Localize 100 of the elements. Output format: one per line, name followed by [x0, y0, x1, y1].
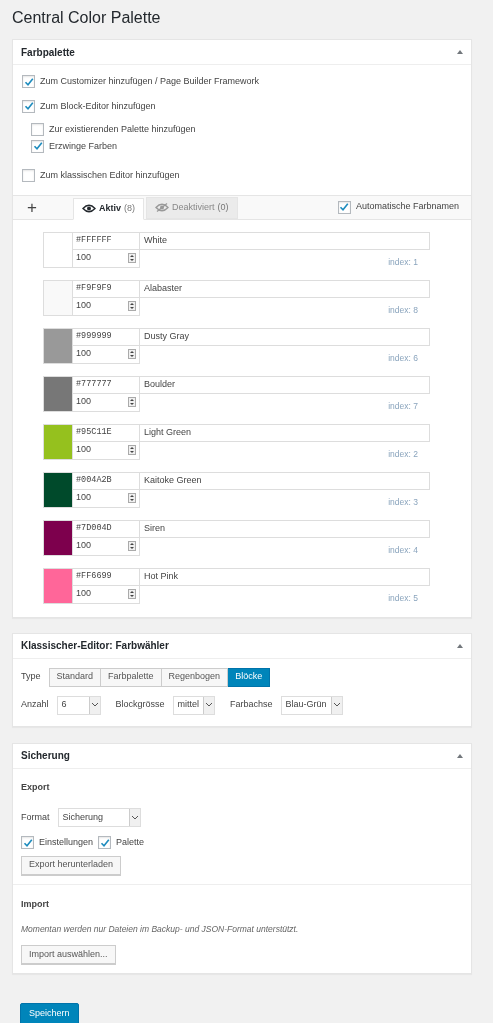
- checkbox[interactable]: [22, 75, 35, 89]
- opacity-field[interactable]: 100: [73, 585, 140, 604]
- panel-title: Klassischer-Editor: Farbwähler: [21, 639, 169, 653]
- opacity-field[interactable]: 100: [73, 489, 140, 508]
- color-swatch[interactable]: [43, 279, 73, 316]
- import-note: Momentan werden nur Dateien im Backup- und JSON-Format unterstützt.: [21, 923, 300, 936]
- checkmark-icon: [22, 837, 33, 848]
- opacity-field[interactable]: 100: [73, 393, 140, 412]
- checkmark-icon: [339, 202, 350, 212]
- name-field[interactable]: Kaitoke Green: [140, 471, 430, 490]
- spinner-icon[interactable]: [128, 589, 136, 599]
- checkbox[interactable]: [31, 139, 44, 153]
- index-label: index: 1: [387, 255, 419, 268]
- checkbox[interactable]: [22, 169, 35, 183]
- checkbox[interactable]: [31, 123, 44, 137]
- index-label: index: 3: [387, 495, 419, 508]
- collapse-arrow-icon[interactable]: [457, 50, 463, 54]
- panel-title: Sicherung: [21, 749, 70, 763]
- name-field[interactable]: Alabaster: [140, 279, 430, 298]
- color-swatch[interactable]: [43, 519, 73, 556]
- save-button[interactable]: Speichern: [20, 1002, 79, 1023]
- tab[interactable]: Aktiv (8): [73, 197, 144, 220]
- opacity-field[interactable]: 100: [73, 345, 140, 364]
- opacity-field[interactable]: 100: [73, 441, 140, 460]
- checkmark-icon: [23, 101, 34, 112]
- page-title: Central Color Palette: [12, 8, 162, 28]
- color-swatch[interactable]: [43, 231, 73, 268]
- checkbox-label: Zum Block-Editor hinzufügen: [40, 99, 156, 113]
- hex-field[interactable]: #F9F9F9: [73, 279, 140, 298]
- hex-field[interactable]: #777777: [73, 375, 140, 394]
- name-field[interactable]: Siren: [140, 519, 430, 538]
- spinner-icon[interactable]: [128, 541, 136, 551]
- index-label: index: 8: [387, 303, 419, 316]
- hex-field[interactable]: #FFFFFF: [73, 231, 140, 250]
- name-field[interactable]: Light Green: [140, 423, 430, 442]
- format-label: Format: [21, 810, 50, 824]
- collapse-arrow-icon[interactable]: [457, 753, 463, 758]
- tab[interactable]: Deaktiviert (0): [146, 196, 238, 219]
- name-field[interactable]: Hot Pink: [140, 567, 430, 586]
- type-label: Type: [21, 670, 41, 684]
- select-label: Blockgrösse: [115, 698, 165, 712]
- opacity-field[interactable]: 100: [73, 297, 140, 316]
- checkmark-icon: [32, 141, 43, 152]
- spinner-icon[interactable]: [128, 349, 136, 359]
- section-heading: Import: [21, 897, 50, 911]
- collapse-arrow-icon[interactable]: [457, 643, 463, 648]
- dropdown[interactable]: 6: [56, 695, 101, 715]
- name-field[interactable]: Dusty Gray: [140, 327, 430, 346]
- segment-button[interactable]: Regenbogen: [161, 667, 229, 687]
- color-swatch[interactable]: [43, 327, 73, 364]
- hex-field[interactable]: #FF6699: [73, 567, 140, 586]
- index-label: index: 4: [387, 543, 419, 556]
- checkbox[interactable]: [21, 836, 34, 850]
- import-button[interactable]: Import auswählen...: [21, 944, 116, 964]
- spinner-icon[interactable]: [128, 397, 136, 407]
- format-dropdown[interactable]: Sicherung: [57, 808, 141, 827]
- segment-button[interactable]: Farbpalette: [101, 667, 162, 687]
- panel-title: Farbpalette: [21, 45, 75, 60]
- checkbox-label: Einstellungen: [39, 836, 94, 849]
- checkbox-label: Automatische Farbnamen: [355, 200, 459, 214]
- hex-field[interactable]: #999999: [73, 327, 140, 346]
- eye-icon: [82, 204, 96, 213]
- checkbox[interactable]: [98, 836, 112, 850]
- section-heading: Export: [21, 780, 51, 794]
- add-color-button[interactable]: +: [25, 198, 39, 216]
- segment-button[interactable]: Blöcke: [228, 667, 271, 687]
- name-field[interactable]: Boulder: [140, 375, 430, 394]
- spinner-icon[interactable]: [128, 253, 136, 263]
- checkbox[interactable]: [22, 99, 35, 113]
- checkbox-label: Zur existierenden Palette hinzufügen: [49, 123, 196, 136]
- export-button[interactable]: Export herunterladen: [21, 855, 122, 875]
- checkbox-label: Palette: [116, 836, 145, 849]
- name-field[interactable]: White: [140, 231, 430, 250]
- checkbox-label: Zum Customizer hinzufügen / Page Builder Framework: [40, 75, 260, 88]
- index-label: index: 2: [387, 447, 419, 460]
- checkbox[interactable]: [337, 200, 351, 214]
- checkbox-label: Erzwinge Farben: [49, 139, 118, 153]
- color-swatch[interactable]: [43, 471, 73, 508]
- spinner-icon[interactable]: [128, 493, 136, 503]
- checkmark-icon: [23, 76, 34, 87]
- index-label: index: 6: [387, 351, 419, 364]
- index-label: index: 7: [387, 399, 419, 412]
- segment-button[interactable]: Standard: [48, 667, 102, 687]
- color-swatch[interactable]: [43, 375, 73, 412]
- eye-slash-icon: [155, 203, 169, 212]
- checkmark-icon: [99, 837, 110, 848]
- color-swatch[interactable]: [43, 567, 73, 604]
- opacity-field[interactable]: 100: [73, 537, 140, 556]
- spinner-icon[interactable]: [128, 301, 136, 311]
- opacity-field[interactable]: 100: [73, 249, 140, 268]
- checkbox-label: Zum klassischen Editor hinzufügen: [40, 169, 180, 182]
- spinner-icon[interactable]: [128, 445, 136, 455]
- dropdown[interactable]: Blau-Grün: [280, 695, 343, 715]
- color-swatch[interactable]: [43, 423, 73, 460]
- dropdown[interactable]: mittel: [172, 695, 216, 715]
- hex-field[interactable]: #004A2B: [73, 471, 140, 490]
- hex-field[interactable]: #95C11E: [73, 423, 140, 442]
- select-label: Anzahl: [21, 698, 49, 712]
- select-label: Farbachse: [230, 698, 273, 712]
- hex-field[interactable]: #7D004D: [73, 519, 140, 538]
